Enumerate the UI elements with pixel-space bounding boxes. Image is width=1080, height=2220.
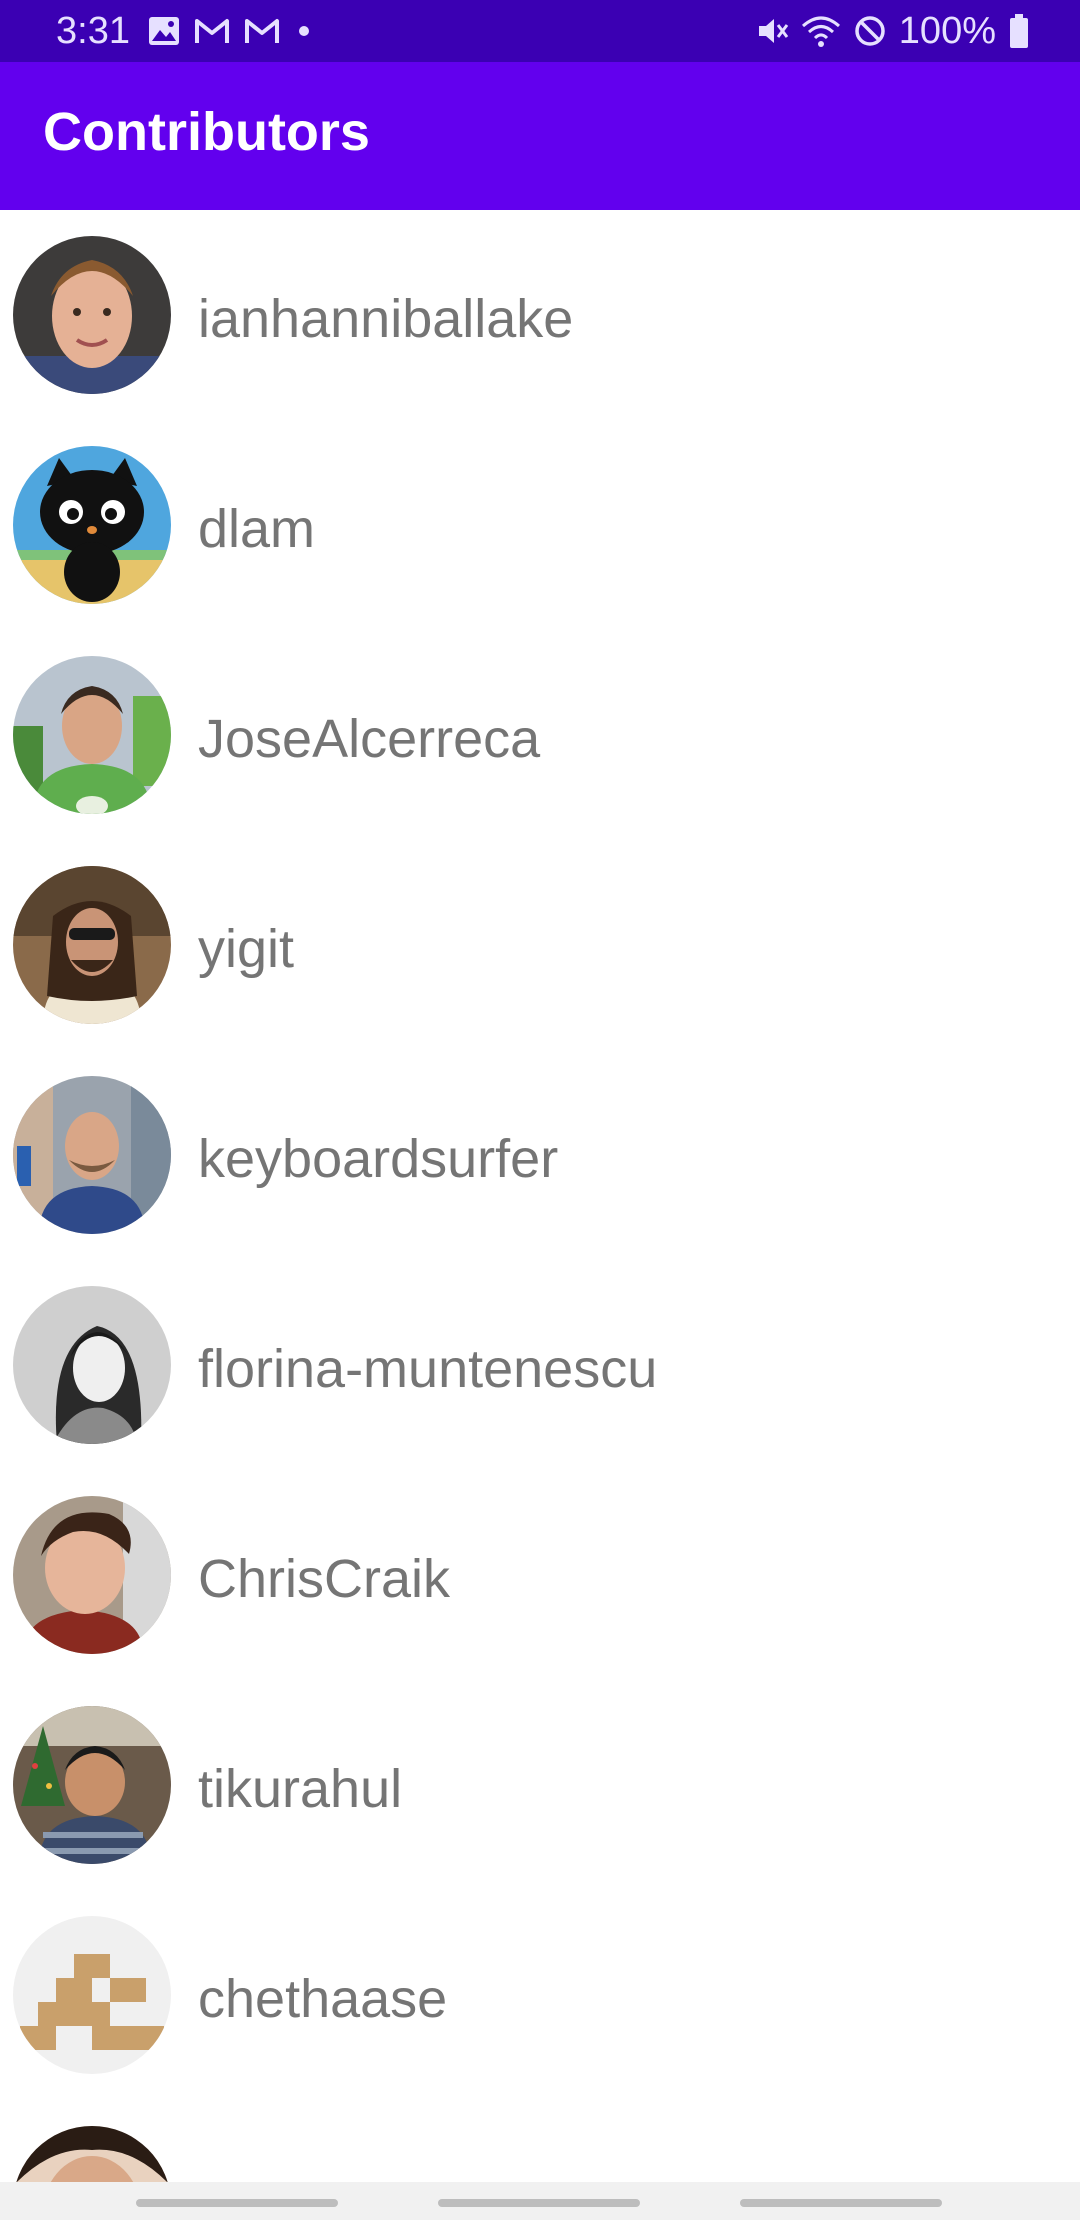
wifi-icon — [801, 16, 840, 47]
avatar — [13, 1076, 171, 1234]
gmail-icon — [245, 19, 279, 43]
home-handle[interactable] — [438, 2199, 640, 2207]
contributor-login: dlam — [198, 499, 316, 559]
navigation-bar — [0, 2182, 1080, 2220]
avatar — [13, 1916, 171, 2074]
list-item[interactable]: dlam — [0, 420, 1080, 630]
contributor-login: JoseAlcerreca — [198, 709, 541, 769]
status-time: 3:31 — [56, 10, 130, 52]
contributor-login: keyboardsurfer — [198, 1129, 559, 1189]
avatar — [13, 236, 171, 394]
image-icon — [149, 17, 179, 45]
avatar — [13, 866, 171, 1024]
system-icons: 100% — [755, 8, 1030, 54]
avatar — [13, 2126, 171, 2182]
avatar — [13, 446, 171, 604]
list-item[interactable] — [0, 2100, 1080, 2182]
list-item[interactable]: tikurahul — [0, 1680, 1080, 1890]
contributors-list[interactable]: ianhanniballake dlam JoseAlcerreca yigit… — [0, 210, 1080, 2182]
status-bar: 3:31 100% — [0, 0, 1080, 62]
battery-icon — [1010, 14, 1028, 48]
contributor-login: tikurahul — [198, 1759, 403, 1819]
notification-icons — [148, 12, 314, 50]
list-item[interactable]: chethaase — [0, 1890, 1080, 2100]
contributor-login: florina-muntenescu — [198, 1339, 658, 1399]
gmail-icon — [195, 19, 229, 43]
do-not-disturb-icon — [855, 16, 885, 46]
dot-icon — [299, 26, 309, 36]
list-item[interactable]: yigit — [0, 840, 1080, 1050]
back-handle[interactable] — [740, 2199, 942, 2207]
list-item[interactable]: JoseAlcerreca — [0, 630, 1080, 840]
list-item[interactable]: keyboardsurfer — [0, 1050, 1080, 1260]
recent-apps-handle[interactable] — [136, 2199, 338, 2207]
battery-percent: 100% — [898, 10, 996, 52]
contributor-login: chethaase — [198, 1969, 448, 2029]
mute-icon — [758, 19, 788, 43]
list-item[interactable]: ianhanniballake — [0, 210, 1080, 420]
avatar — [13, 1496, 171, 1654]
page-title: Contributors — [43, 102, 370, 162]
avatar — [13, 1706, 171, 1864]
avatar — [13, 1286, 171, 1444]
avatar — [13, 656, 171, 814]
contributor-login: yigit — [198, 919, 295, 979]
list-item[interactable]: ChrisCraik — [0, 1470, 1080, 1680]
contributor-login: ChrisCraik — [198, 1549, 451, 1609]
contributor-login: ianhanniballake — [198, 289, 574, 349]
list-item[interactable]: florina-muntenescu — [0, 1260, 1080, 1470]
app-bar: Contributors — [0, 62, 1080, 210]
